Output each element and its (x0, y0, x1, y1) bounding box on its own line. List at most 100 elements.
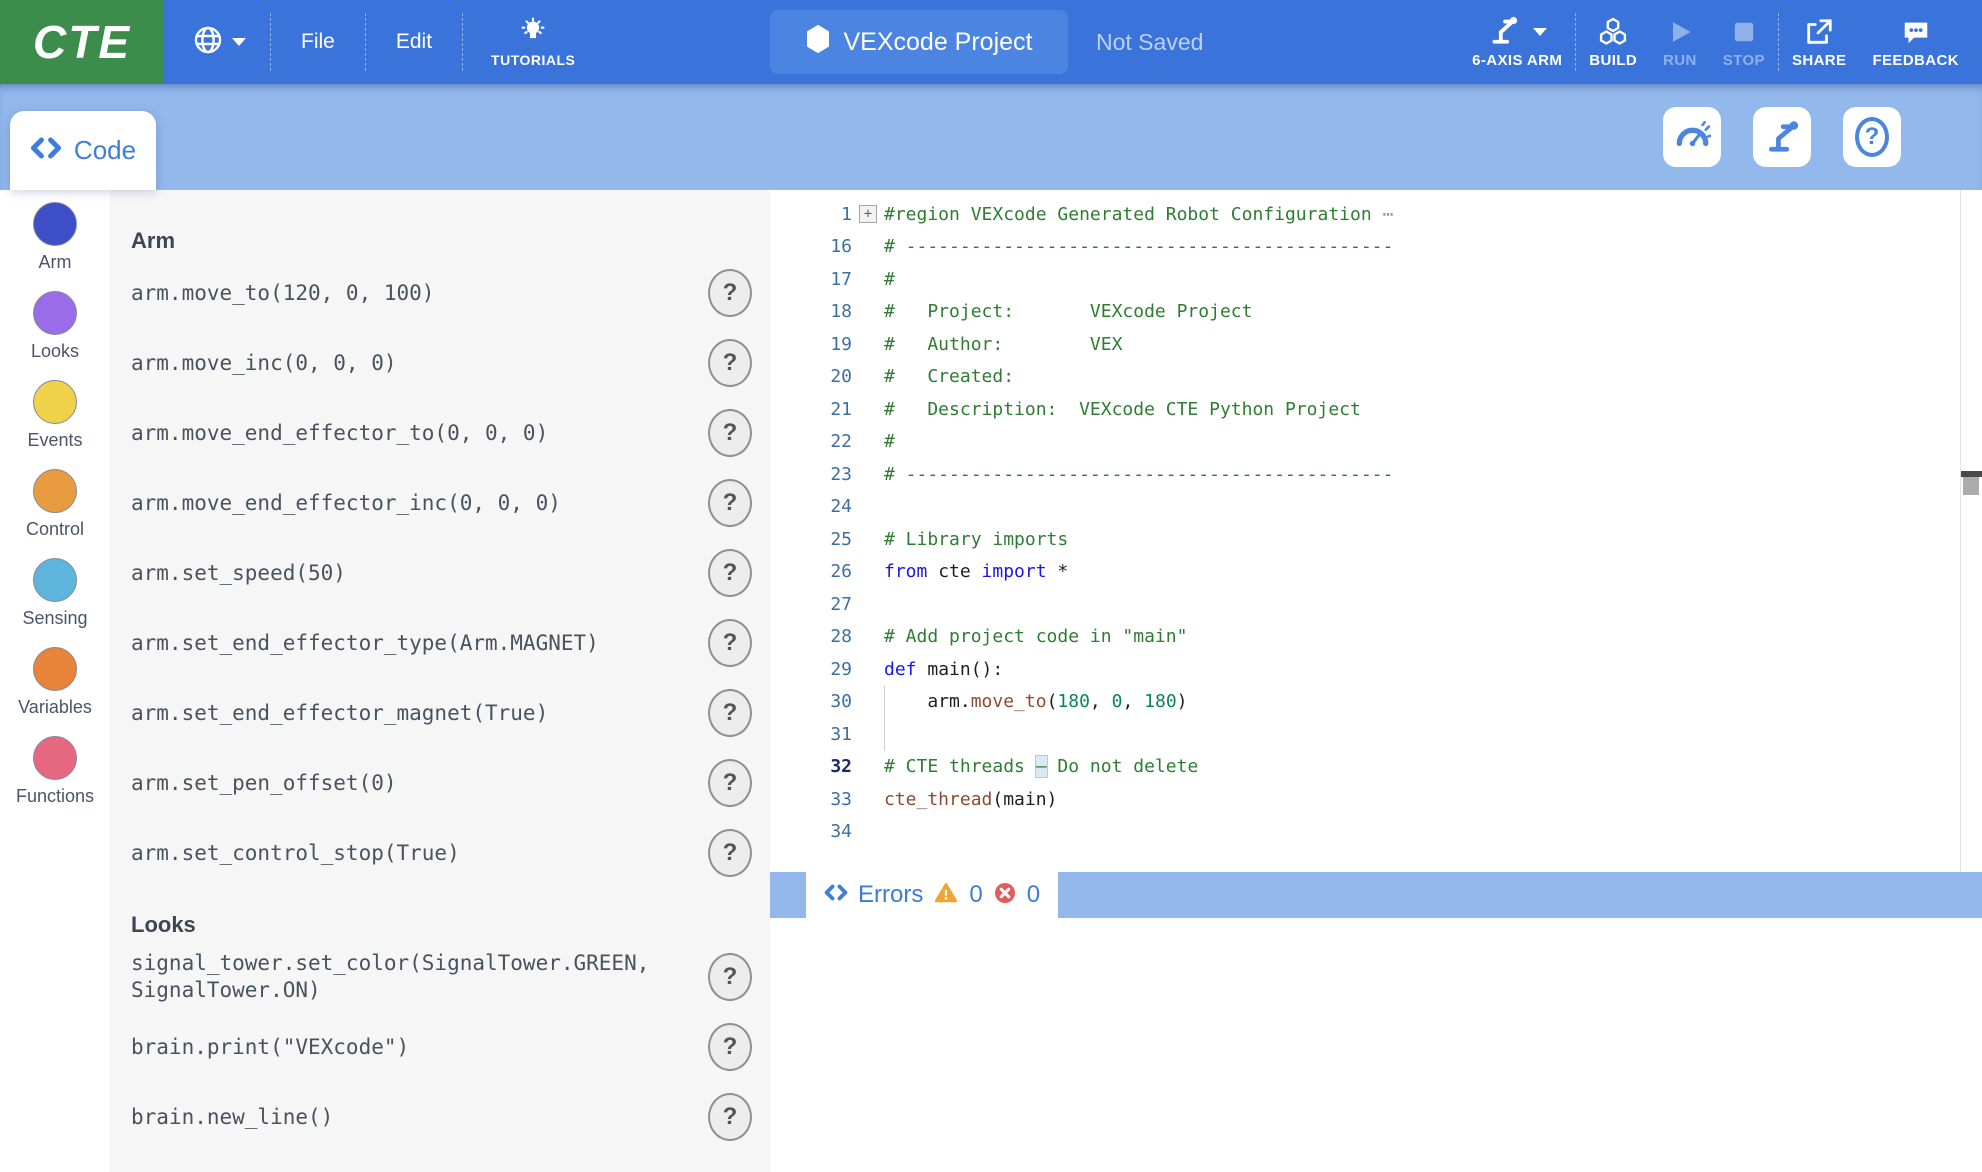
project-name: VEXcode Project (844, 28, 1033, 57)
run-button[interactable]: RUN (1650, 0, 1710, 84)
line-number: 25 (770, 529, 852, 550)
errors-tab[interactable]: Errors 0 0 (806, 872, 1058, 918)
command-help-button[interactable]: ? (708, 479, 752, 527)
sidebar-item-control[interactable]: Control (26, 469, 84, 540)
code-lines: 1+#region VEXcode Generated Robot Config… (770, 198, 1982, 848)
sidebar-item-looks[interactable]: Looks (31, 291, 79, 362)
project-name-tab[interactable]: VEXcode Project (770, 10, 1068, 74)
code-text (884, 588, 886, 621)
share-icon (1804, 16, 1834, 48)
robot-arm-blue-icon (1763, 116, 1801, 159)
errors-bar: Errors 0 0 (770, 872, 1982, 918)
command-text[interactable]: arm.set_pen_offset(0) (131, 770, 397, 797)
scrollbar-thumb[interactable] (1963, 477, 1979, 495)
caret-down-icon (232, 38, 246, 46)
palette-command-row[interactable]: brain.print("VEXcode")? (131, 1012, 770, 1082)
palette-command-row[interactable]: arm.set_control_stop(True)? (131, 818, 770, 888)
command-help-button[interactable]: ? (708, 619, 752, 667)
code-line: 22# (770, 426, 1982, 459)
command-help-button[interactable]: ? (708, 269, 752, 317)
category-label: Arm (39, 252, 72, 273)
device-selector[interactable]: 6-AXIS ARM (1459, 0, 1575, 84)
code-line: 24 (770, 491, 1982, 524)
palette-command-row[interactable]: arm.set_speed(50)? (131, 538, 770, 608)
category-rail: Arm Looks Events Control Sensing Variables Fun… (0, 190, 110, 1172)
palette-command-row[interactable]: brain.new_line()? (131, 1082, 770, 1152)
code-text (884, 491, 886, 524)
command-text[interactable]: arm.move_to(120, 0, 100) (131, 280, 434, 307)
line-number: 21 (770, 399, 852, 420)
lightbulb-icon (519, 16, 547, 49)
command-text[interactable]: signal_tower.set_color(SignalTower.GREEN… (131, 950, 691, 1004)
feedback-button[interactable]: FEEDBACK (1859, 0, 1972, 84)
command-help-button[interactable]: ? (708, 953, 752, 1001)
code-text: # --------------------------------------… (884, 231, 1393, 264)
build-button[interactable]: BUILD (1576, 0, 1650, 84)
robot-config-button[interactable] (1753, 107, 1811, 167)
line-number: 22 (770, 431, 852, 452)
code-line: 27 (770, 588, 1982, 621)
editor-scrollbar[interactable] (1960, 190, 1982, 872)
code-line: 18# Project: VEXcode Project (770, 296, 1982, 329)
palette-command-row[interactable]: arm.move_to(120, 0, 100)? (131, 258, 770, 328)
build-label: BUILD (1589, 52, 1637, 69)
command-help-button[interactable]: ? (708, 409, 752, 457)
command-text[interactable]: arm.move_inc(0, 0, 0) (131, 350, 397, 377)
code-text: # Library imports (884, 523, 1068, 556)
share-button[interactable]: SHARE (1779, 0, 1860, 84)
code-text: # Author: VEX (884, 328, 1122, 361)
tutorials-button[interactable]: TUTORIALS (463, 0, 603, 84)
command-help-button[interactable]: ? (708, 1023, 752, 1071)
palette-command-row[interactable]: arm.set_end_effector_type(Arm.MAGNET)? (131, 608, 770, 678)
code-line: 16 # ------------------------------------… (770, 231, 1982, 264)
command-text[interactable]: arm.move_end_effector_to(0, 0, 0) (131, 420, 548, 447)
help-button[interactable]: ? (1843, 107, 1901, 167)
command-text[interactable]: arm.move_end_effector_inc(0, 0, 0) (131, 490, 561, 517)
sidebar-item-sensing[interactable]: Sensing (22, 558, 87, 629)
command-help-button[interactable]: ? (708, 829, 752, 877)
fold-slot: + (852, 205, 884, 223)
palette-command-row[interactable]: arm.move_inc(0, 0, 0)? (131, 328, 770, 398)
line-number: 27 (770, 594, 852, 615)
code-editor[interactable]: 1+#region VEXcode Generated Robot Config… (770, 190, 1982, 872)
cte-logo: CTE (0, 0, 164, 84)
sidebar-item-functions[interactable]: Functions (16, 736, 94, 807)
code-line: 23# ------------------------------------… (770, 458, 1982, 491)
palette-command-row[interactable]: signal_tower.set_color(SignalTower.GREEN… (131, 942, 770, 1012)
hexagon-icon (806, 25, 830, 60)
code-line: 1+#region VEXcode Generated Robot Config… (770, 198, 1982, 231)
command-help-button[interactable]: ? (708, 549, 752, 597)
category-label: Control (26, 519, 84, 540)
palette-command-row[interactable]: arm.set_end_effector_magnet(True)? (131, 678, 770, 748)
language-selector[interactable] (164, 24, 270, 61)
globe-icon (192, 24, 224, 61)
palette-command-row[interactable]: arm.set_pen_offset(0)? (131, 748, 770, 818)
palette-section-title: Looks (131, 912, 770, 938)
stop-button[interactable]: STOP (1710, 0, 1778, 84)
palette-command-row[interactable]: arm.move_end_effector_to(0, 0, 0)? (131, 398, 770, 468)
command-help-button[interactable]: ? (708, 339, 752, 387)
sidebar-item-events[interactable]: Events (27, 380, 82, 451)
palette-command-row[interactable]: arm.move_end_effector_inc(0, 0, 0)? (131, 468, 770, 538)
line-number: 30 (770, 691, 852, 712)
command-help-button[interactable]: ? (708, 1093, 752, 1141)
command-text[interactable]: brain.print("VEXcode") (131, 1034, 409, 1061)
line-number: 31 (770, 724, 852, 745)
command-text[interactable]: brain.new_line() (131, 1104, 333, 1131)
warning-icon (933, 881, 959, 910)
sidebar-item-arm[interactable]: Arm (33, 202, 77, 273)
command-help-button[interactable]: ? (708, 689, 752, 737)
command-text[interactable]: arm.set_end_effector_type(Arm.MAGNET) (131, 630, 599, 657)
device-dashboard-button[interactable] (1663, 107, 1721, 167)
command-text[interactable]: arm.set_end_effector_magnet(True) (131, 700, 548, 727)
fold-plus-icon[interactable]: + (859, 205, 877, 223)
line-number: 16 (770, 236, 852, 257)
category-dot-icon (33, 736, 77, 780)
command-text[interactable]: arm.set_speed(50) (131, 560, 346, 587)
command-text[interactable]: arm.set_control_stop(True) (131, 840, 460, 867)
edit-menu[interactable]: Edit (366, 0, 462, 84)
sidebar-item-variables[interactable]: Variables (18, 647, 92, 718)
tab-code[interactable]: Code (10, 111, 156, 190)
file-menu[interactable]: File (271, 0, 365, 84)
command-help-button[interactable]: ? (708, 759, 752, 807)
